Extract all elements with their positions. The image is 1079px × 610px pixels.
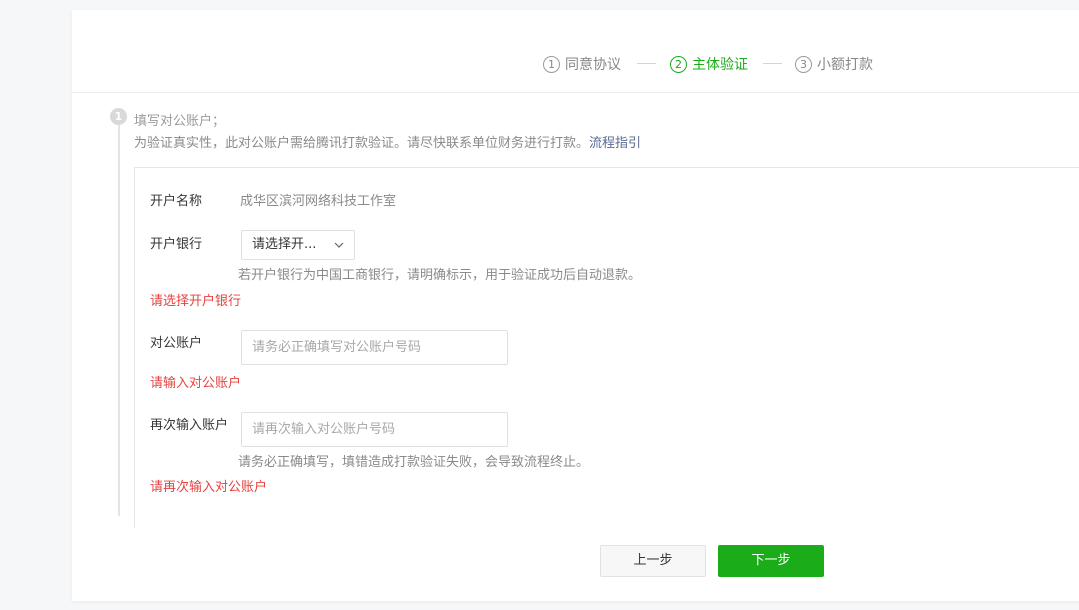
- step-label: 主体验证: [692, 57, 748, 73]
- account-label: 对公账户: [150, 336, 203, 351]
- step-verify: 2 主体验证: [670, 53, 748, 75]
- timeline-line: [118, 110, 120, 516]
- step-label: 小额打款: [817, 57, 873, 73]
- step-indicator: 1 同意协议 2 主体验证 3 小额打款: [72, 10, 1079, 93]
- prev-button[interactable]: 上一步: [600, 545, 706, 577]
- bank-label: 开户银行: [150, 237, 203, 252]
- section-description: 为验证真实性，此对公账户需给腾讯打款验证。请尽快联系单位财务进行打款。流程指引: [134, 132, 641, 151]
- account-name-value: 成华区滨河网络科技工作室: [240, 194, 397, 209]
- account-confirm-error: 请再次输入对公账户: [150, 480, 268, 495]
- step-number-icon: 3: [795, 55, 812, 73]
- account-error: 请输入对公账户: [150, 376, 242, 391]
- bank-select[interactable]: 请选择开...: [241, 230, 355, 260]
- step-divider: [637, 63, 656, 64]
- bank-error: 请选择开户银行: [150, 294, 242, 309]
- step-payment: 3 小额打款: [795, 53, 873, 75]
- account-confirm-input[interactable]: [241, 412, 508, 447]
- step-number-icon: 1: [543, 55, 560, 73]
- step-agree: 1 同意协议: [543, 53, 621, 75]
- next-button[interactable]: 下一步: [718, 545, 824, 577]
- account-confirm-hint: 请务必正确填写，填错造成打款验证失败，会导致流程终止。: [238, 455, 590, 470]
- bank-select-value: 请选择开...: [252, 237, 317, 252]
- section-title: 填写对公账户；: [134, 114, 226, 129]
- guide-link[interactable]: 流程指引: [589, 136, 641, 151]
- step-number-icon: 2: [670, 55, 687, 73]
- account-confirm-label: 再次输入账户: [150, 418, 229, 433]
- chevron-down-icon: [334, 242, 344, 248]
- step-divider: [763, 63, 782, 64]
- account-name-label: 开户名称: [150, 194, 203, 209]
- account-input[interactable]: [241, 330, 508, 365]
- step-label: 同意协议: [565, 57, 621, 73]
- timeline-marker-icon: 1: [110, 108, 127, 125]
- section-description-text: 为验证真实性，此对公账户需给腾讯打款验证。请尽快联系单位财务进行打款。: [134, 136, 590, 151]
- page-card: 1 同意协议 2 主体验证 3 小额打款 1 填写对公账户； 为验证真实性，此对…: [72, 10, 1079, 601]
- bank-hint: 若开户银行为中国工商银行，请明确标示，用于验证成功后自动退款。: [238, 268, 642, 283]
